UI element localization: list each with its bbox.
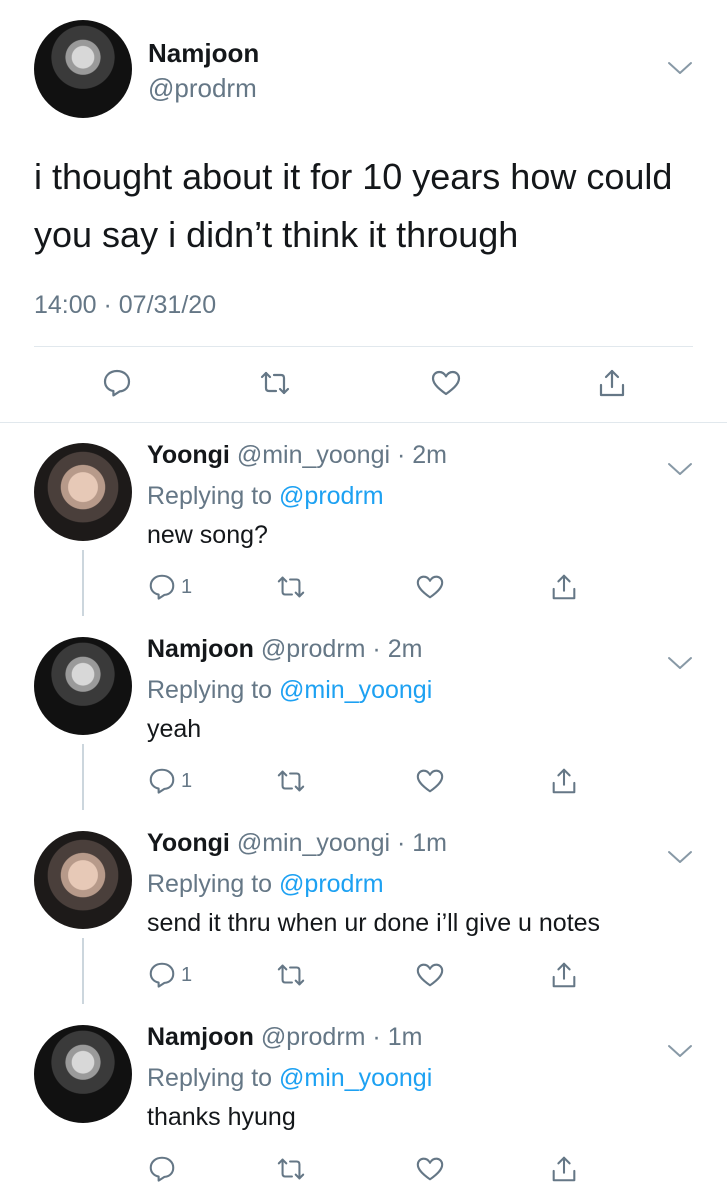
like-icon[interactable]	[415, 1154, 445, 1184]
thread-line	[82, 938, 84, 1004]
reply-text: yeah	[147, 715, 202, 743]
share-icon[interactable]	[549, 766, 579, 796]
retweet-icon[interactable]	[259, 367, 291, 399]
thread-line	[82, 550, 84, 616]
reply-tweet[interactable]: Yoongi @min_yoongi · 2m Replying to @pro…	[0, 423, 727, 617]
reply-tweet[interactable]: Yoongi @min_yoongi · 1m Replying to @pro…	[0, 811, 727, 1005]
reply-author-name[interactable]: Namjoon	[147, 1023, 254, 1051]
reply-icon[interactable]	[147, 766, 177, 796]
chevron-down-icon[interactable]	[665, 653, 695, 673]
reply-author-name[interactable]: Yoongi	[147, 829, 230, 857]
reply-text: thanks hyung	[147, 1103, 296, 1131]
avatar-namjoon[interactable]	[34, 637, 132, 735]
replying-to-link[interactable]: @min_yoongi	[279, 1064, 432, 1092]
reply-meta: @min_yoongi · 2m	[236, 441, 447, 469]
like-icon[interactable]	[415, 572, 445, 602]
reply-header: Namjoon @prodrm · 1m	[147, 1023, 422, 1052]
reply-icon[interactable]	[147, 960, 177, 990]
chevron-down-icon[interactable]	[665, 58, 695, 78]
like-icon[interactable]	[430, 367, 462, 399]
reply-meta: @min_yoongi · 1m	[236, 829, 447, 857]
replying-to: Replying to @min_yoongi	[147, 1064, 432, 1093]
main-tweet-timestamp[interactable]: 14:00 · 07/31/20	[34, 291, 216, 320]
reply-text: send it thru when ur done i’ll give u no…	[147, 909, 601, 937]
replying-to-link[interactable]: @prodrm	[279, 870, 384, 898]
reply-meta: @prodrm · 2m	[260, 635, 423, 663]
divider	[34, 346, 693, 347]
share-icon[interactable]	[549, 1154, 579, 1184]
retweet-icon[interactable]	[276, 1154, 306, 1184]
main-tweet: Namjoon @prodrm i thought about it for 1…	[0, 0, 727, 423]
replying-prefix: Replying to	[147, 1064, 280, 1092]
reply-meta: @prodrm · 1m	[260, 1023, 423, 1051]
replying-prefix: Replying to	[147, 676, 280, 704]
reply-author-name[interactable]: Yoongi	[147, 441, 230, 469]
reply-header: Namjoon @prodrm · 2m	[147, 635, 422, 664]
share-icon[interactable]	[549, 960, 579, 990]
main-tweet-text: i thought about it for 10 years how coul…	[34, 156, 673, 255]
reply-count: 1	[181, 770, 193, 792]
replying-to-link[interactable]: @min_yoongi	[279, 676, 432, 704]
reply-icon[interactable]	[101, 367, 133, 399]
share-icon[interactable]	[596, 367, 628, 399]
retweet-icon[interactable]	[276, 960, 306, 990]
reply-icon[interactable]	[147, 1154, 177, 1184]
replying-to: Replying to @prodrm	[147, 482, 384, 511]
like-icon[interactable]	[415, 766, 445, 796]
share-icon[interactable]	[549, 572, 579, 602]
chevron-down-icon[interactable]	[665, 459, 695, 479]
replying-to-link[interactable]: @prodrm	[279, 482, 384, 510]
reply-header: Yoongi @min_yoongi · 1m	[147, 829, 447, 858]
reply-tweet[interactable]: Namjoon @prodrm · 1m Replying to @min_yo…	[0, 1005, 727, 1199]
avatar-yoongi[interactable]	[34, 831, 132, 929]
retweet-icon[interactable]	[276, 766, 306, 796]
main-author-handle[interactable]: @prodrm	[148, 73, 257, 104]
reply-icon[interactable]	[147, 572, 177, 602]
replying-to: Replying to @prodrm	[147, 870, 384, 899]
avatar-namjoon[interactable]	[34, 20, 132, 118]
replying-prefix: Replying to	[147, 870, 280, 898]
reply-count: 1	[181, 964, 193, 986]
reply-tweet[interactable]: Namjoon @prodrm · 2m Replying to @min_yo…	[0, 617, 727, 811]
reply-count: 1	[181, 576, 193, 598]
reply-header: Yoongi @min_yoongi · 2m	[147, 441, 447, 470]
like-icon[interactable]	[415, 960, 445, 990]
avatar-namjoon[interactable]	[34, 1025, 132, 1123]
avatar-yoongi[interactable]	[34, 443, 132, 541]
chevron-down-icon[interactable]	[665, 847, 695, 867]
main-author-name[interactable]: Namjoon	[148, 38, 259, 69]
replying-to: Replying to @min_yoongi	[147, 676, 432, 705]
reply-author-name[interactable]: Namjoon	[147, 635, 254, 663]
chevron-down-icon[interactable]	[665, 1041, 695, 1061]
replying-prefix: Replying to	[147, 482, 280, 510]
retweet-icon[interactable]	[276, 572, 306, 602]
reply-text: new song?	[147, 521, 268, 549]
thread-line	[82, 744, 84, 810]
